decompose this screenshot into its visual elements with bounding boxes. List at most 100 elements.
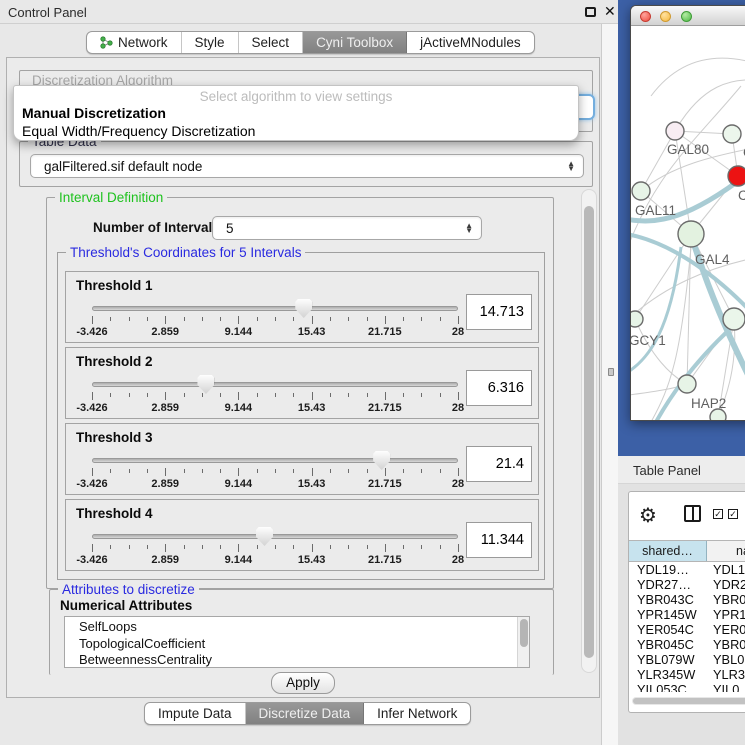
- network-icon: [100, 36, 113, 49]
- slider-track: [92, 534, 458, 539]
- checkbox-icon[interactable]: ✓: [728, 509, 738, 519]
- table-row[interactable]: YBR045CYBR0: [629, 637, 745, 652]
- tab-select-label: Select: [252, 35, 290, 50]
- thresholds-group-label: Threshold's Coordinates for 5 Intervals: [66, 245, 305, 260]
- scrollbar-thumb[interactable]: [584, 206, 594, 658]
- table-row[interactable]: YDL19…YDL1: [629, 562, 745, 577]
- attribute-list-item[interactable]: BetweennessCentrality: [79, 652, 529, 668]
- vertical-scrollbar[interactable]: [581, 189, 597, 673]
- control-panel-title: Control Panel: [8, 5, 87, 20]
- slider-ticks: [92, 315, 458, 325]
- scrollbar-thumb[interactable]: [520, 619, 528, 647]
- interval-definition-group-label: Interval Definition: [55, 190, 167, 205]
- network-node[interactable]: [723, 125, 741, 143]
- threshold-3-label: Threshold 3: [76, 430, 153, 445]
- tab-cyni-toolbox-label: Cyni Toolbox: [316, 35, 393, 50]
- network-node[interactable]: [678, 221, 704, 247]
- thresholds-group: Threshold's Coordinates for 5 Intervals …: [57, 252, 545, 580]
- network-canvas[interactable]: GAL80GACGAL11GAL4GCY1HHAP2: [631, 26, 745, 421]
- horizontal-scrollbar[interactable]: [632, 697, 745, 705]
- network-node[interactable]: [632, 182, 650, 200]
- tab-cyni-toolbox[interactable]: Cyni Toolbox: [303, 32, 407, 53]
- threshold-3-slider[interactable]: -3.4262.8599.14415.4321.71528: [92, 450, 458, 494]
- algorithm-option-equal-width[interactable]: Equal Width/Frequency Discretization: [14, 122, 578, 140]
- threshold-4-value-field[interactable]: 11.344: [466, 522, 532, 558]
- table-row[interactable]: YLR345WYLR3: [629, 667, 745, 682]
- column-header-shared[interactable]: shared…: [629, 541, 707, 561]
- table-row[interactable]: YPR145WYPR1: [629, 607, 745, 622]
- threshold-1-label: Threshold 1: [76, 278, 153, 293]
- threshold-2-value-field[interactable]: 6.316: [466, 370, 532, 406]
- panel-divider[interactable]: [601, 24, 618, 745]
- network-node-label: HAP2: [691, 396, 726, 411]
- network-node[interactable]: [631, 311, 643, 327]
- interval-definition-group: Interval Definition Number of Intervals …: [46, 197, 554, 589]
- gear-icon[interactable]: ⚙︎: [639, 503, 657, 528]
- close-traffic-light-icon[interactable]: [640, 11, 651, 22]
- threshold-2-slider[interactable]: -3.4262.8599.14415.4321.71528: [92, 374, 458, 418]
- threshold-1-value-field[interactable]: 14.713: [466, 294, 532, 330]
- algorithm-popup-hint: Select algorithm to view settings: [14, 86, 578, 104]
- network-view-window[interactable]: GAL80GACGAL11GAL4GCY1HHAP2: [630, 5, 745, 421]
- network-node-label: C: [738, 188, 745, 203]
- minimize-traffic-light-icon[interactable]: [660, 11, 671, 22]
- network-node[interactable]: [723, 308, 745, 330]
- control-panel-window: Control Panel ✕ Network Style Select Cyn…: [0, 0, 601, 745]
- list-scrollbar[interactable]: [517, 617, 529, 667]
- table-row[interactable]: YBR043CYBR0: [629, 592, 745, 607]
- tab-select[interactable]: Select: [239, 32, 304, 53]
- zoom-traffic-light-icon[interactable]: [681, 11, 692, 22]
- desktop-background: GAL80GACGAL11GAL4GCY1HHAP2: [618, 0, 745, 456]
- table-row[interactable]: YDR27…YDR2: [629, 577, 745, 592]
- number-of-intervals-label: Number of Intervals: [93, 220, 220, 235]
- float-window-icon[interactable]: [585, 7, 596, 17]
- tab-impute-data-label: Impute Data: [158, 706, 232, 721]
- num-intervals-combo[interactable]: 5 ▲▼: [212, 216, 482, 240]
- threshold-4-slider[interactable]: -3.4262.8599.14415.4321.71528: [92, 526, 458, 570]
- stepper-arrows-icon: ▲▼: [465, 223, 473, 233]
- screen: Control Panel ✕ Network Style Select Cyn…: [0, 0, 745, 745]
- network-window-titlebar[interactable]: [631, 6, 745, 26]
- network-node[interactable]: [728, 166, 745, 186]
- numerical-attributes-list[interactable]: SelfLoopsTopologicalCoefficientBetweenne…: [64, 616, 530, 668]
- attribute-list-item[interactable]: TopologicalCoefficient: [79, 636, 529, 653]
- tab-network[interactable]: Network: [87, 32, 182, 53]
- threshold-3-value-field[interactable]: 21.4: [466, 446, 532, 482]
- tab-discretize-data[interactable]: Discretize Data: [246, 703, 365, 724]
- cyni-toolbox-content: Discretization Algorithm Select algorith…: [6, 57, 600, 698]
- table-data-combo[interactable]: galFiltered.sif default node ▲▼: [30, 154, 584, 178]
- threshold-4-panel: Threshold 4 -3.4262.8599.14415.4321.7152…: [65, 499, 539, 571]
- slider-ticks: [92, 467, 458, 477]
- slider-tick-labels: -3.4262.8599.14415.4321.71528: [92, 326, 458, 339]
- table-panel-title: Table Panel: [633, 463, 701, 478]
- control-panel-titlebar: Control Panel ✕: [0, 0, 618, 24]
- network-node-label: GAL80: [667, 142, 709, 157]
- apply-button[interactable]: Apply: [271, 672, 335, 694]
- scrollbar-thumb[interactable]: [633, 698, 745, 704]
- tab-infer-network[interactable]: Infer Network: [364, 703, 470, 724]
- attribute-list-item[interactable]: SelfLoops: [79, 619, 529, 636]
- threshold-4-label: Threshold 4: [76, 506, 153, 521]
- slider-ticks: [92, 391, 458, 401]
- tab-impute-data[interactable]: Impute Data: [145, 703, 246, 724]
- slider-track: [92, 382, 458, 387]
- table-toolbar: ⚙︎ ✓ ✓: [629, 492, 745, 538]
- slider-track: [92, 458, 458, 463]
- tab-jactivemnodules[interactable]: jActiveMNodules: [407, 32, 534, 53]
- tab-style[interactable]: Style: [182, 32, 239, 53]
- tab-network-label: Network: [118, 35, 168, 50]
- split-columns-icon[interactable]: [684, 505, 701, 522]
- column-header-name[interactable]: na: [707, 541, 745, 561]
- network-node[interactable]: [666, 122, 684, 140]
- table-row[interactable]: YER054CYER0: [629, 622, 745, 637]
- threshold-1-slider[interactable]: -3.4262.8599.14415.4321.71528: [92, 298, 458, 342]
- network-node[interactable]: [678, 375, 696, 393]
- numerical-attributes-label: Numerical Attributes: [60, 598, 192, 613]
- algorithm-option-manual[interactable]: Manual Discretization: [14, 104, 578, 122]
- table-row[interactable]: YBL079WYBL0: [629, 652, 745, 667]
- divider-grip-icon[interactable]: [608, 368, 614, 376]
- num-intervals-value: 5: [213, 221, 234, 236]
- close-icon[interactable]: ✕: [604, 3, 616, 20]
- checkbox-icon[interactable]: ✓: [713, 509, 723, 519]
- table-row[interactable]: YIL053CYIL0: [629, 682, 745, 692]
